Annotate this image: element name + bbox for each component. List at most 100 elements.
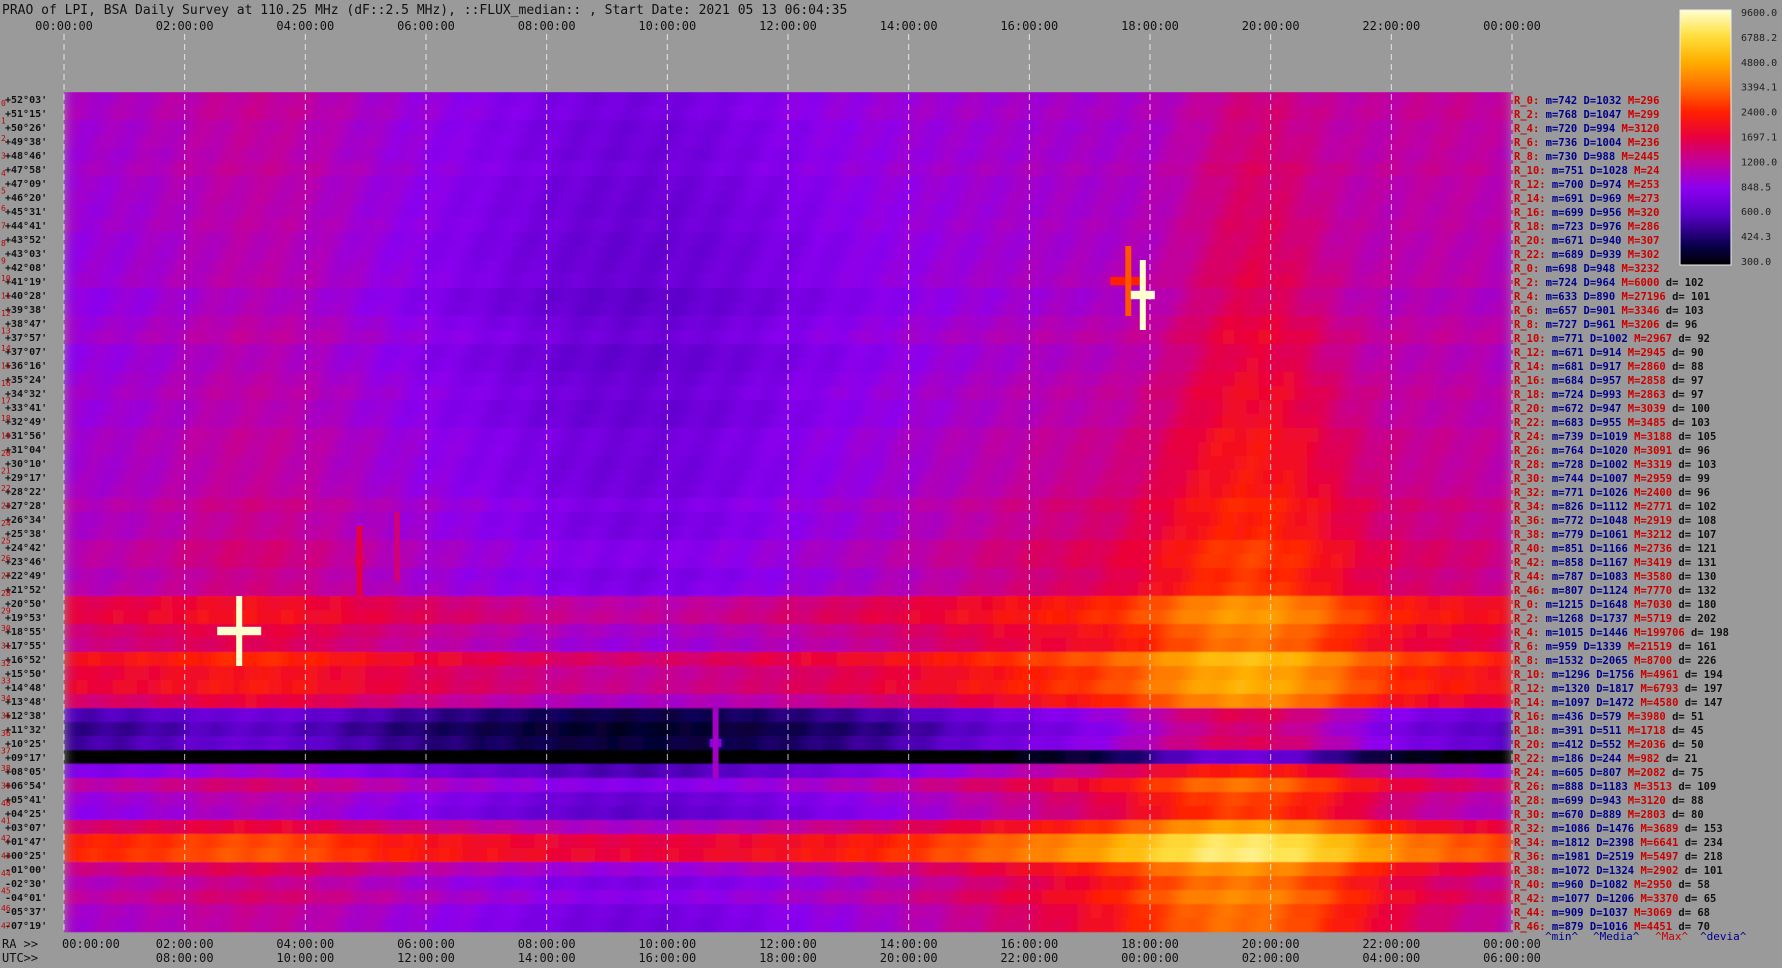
heatmap-cell <box>257 190 270 205</box>
heatmap-cell <box>365 302 379 317</box>
heatmap-cell <box>401 442 415 457</box>
heatmap-cell <box>1186 106 1199 121</box>
heatmap-cell <box>1041 470 1055 485</box>
heatmap-cell <box>667 512 680 527</box>
heatmap-cell <box>558 344 572 359</box>
heatmap-cell <box>522 232 536 247</box>
heatmap-cell <box>329 624 343 639</box>
heatmap-cell <box>534 610 548 625</box>
heatmap-cell <box>848 162 861 177</box>
heatmap-cell <box>691 358 705 373</box>
heatmap-cell <box>932 414 946 429</box>
heatmap-cell <box>546 596 560 611</box>
heatmap-cell <box>377 568 391 583</box>
heatmap-cell <box>1162 316 1175 331</box>
heatmap-cell <box>908 92 922 107</box>
heatmap-cell <box>1343 344 1356 359</box>
heatmap-cell <box>136 232 150 247</box>
heatmap-cell <box>1487 302 1501 317</box>
heatmap-cell <box>1439 386 1453 401</box>
heatmap-cell <box>848 92 861 107</box>
heatmap-cell <box>884 470 898 485</box>
heatmap-cell <box>643 218 656 233</box>
heatmap-cell <box>160 414 174 429</box>
heatmap-cell <box>1355 204 1368 219</box>
heatmap-cell <box>220 190 234 205</box>
heatmap-cell <box>64 120 77 135</box>
heatmap-cell <box>1306 260 1320 275</box>
heatmap-cell <box>522 582 536 597</box>
heatmap-cell <box>1162 624 1175 639</box>
heatmap-cell <box>619 554 632 569</box>
heatmap-cell <box>1487 344 1501 359</box>
heatmap-cell <box>389 624 403 639</box>
heatmap-cell <box>751 302 765 317</box>
heatmap-cell <box>1427 512 1441 527</box>
heatmap-cell <box>1499 330 1513 345</box>
heatmap-cell <box>1487 400 1501 415</box>
heatmap-cell <box>413 92 427 107</box>
heatmap-cell <box>124 442 137 457</box>
heatmap-cell <box>1113 246 1127 261</box>
heatmap-cell <box>812 428 825 443</box>
heatmap-cell <box>208 610 222 625</box>
heatmap-cell <box>570 526 584 541</box>
heatmap-cell <box>474 442 487 457</box>
heatmap-cell <box>426 260 439 275</box>
heatmap-cell <box>389 428 403 443</box>
heatmap-cell <box>836 92 849 107</box>
heatmap-cell <box>1343 330 1356 345</box>
heatmap-cell <box>220 204 234 219</box>
heatmap-cell <box>1355 498 1368 513</box>
heatmap-cell <box>1391 568 1404 583</box>
heatmap-cell <box>920 190 934 205</box>
heatmap-cell <box>944 106 958 121</box>
heatmap-cell <box>763 330 777 345</box>
heatmap-cell <box>426 498 439 513</box>
heatmap-cell <box>788 624 801 639</box>
heatmap-cell <box>1499 232 1513 247</box>
heatmap-cell <box>1017 428 1030 443</box>
heatmap-cell <box>462 652 475 667</box>
heatmap-cell <box>1077 470 1091 485</box>
heatmap-cell <box>220 162 234 177</box>
heatmap-cell <box>365 652 379 667</box>
heatmap-cell <box>269 288 282 303</box>
heatmap-cell <box>944 428 958 443</box>
heatmap-cell <box>619 568 632 583</box>
heatmap-cell <box>763 344 777 359</box>
heatmap-cell <box>1451 638 1465 653</box>
heatmap-cell <box>534 204 548 219</box>
heatmap-cell <box>1475 638 1489 653</box>
heatmap-cell <box>160 92 174 107</box>
heatmap-cell <box>1355 526 1368 541</box>
heatmap-cell <box>667 190 680 205</box>
heatmap-cell <box>389 316 403 331</box>
heatmap-cell <box>932 498 946 513</box>
heatmap-cell <box>1234 568 1248 583</box>
heatmap-cell <box>1475 358 1489 373</box>
heatmap-cell <box>1463 400 1477 415</box>
heatmap-cell <box>100 666 113 681</box>
heatmap-cell <box>1415 442 1429 457</box>
heatmap-cell <box>727 106 741 121</box>
heatmap-cell <box>196 400 210 415</box>
heatmap-cell <box>1379 526 1392 541</box>
heatmap-cell <box>1306 232 1320 247</box>
heatmap-cell <box>426 274 439 289</box>
heatmap-cell <box>1029 120 1042 135</box>
heatmap-cell <box>1403 624 1417 639</box>
heatmap-cell <box>1475 582 1489 597</box>
heatmap-cell <box>715 232 729 247</box>
heatmap-cell <box>607 652 620 667</box>
heatmap-cell <box>727 400 741 415</box>
heatmap-cell <box>1017 204 1030 219</box>
heatmap-cell <box>498 120 512 135</box>
heatmap-cell <box>462 246 475 261</box>
heatmap-cell <box>1451 204 1465 219</box>
heatmap-cell <box>1186 540 1199 555</box>
heatmap-cell <box>1005 582 1018 597</box>
heatmap-cell <box>1053 526 1067 541</box>
heatmap-cell <box>317 652 331 667</box>
heatmap-cell <box>1258 400 1272 415</box>
